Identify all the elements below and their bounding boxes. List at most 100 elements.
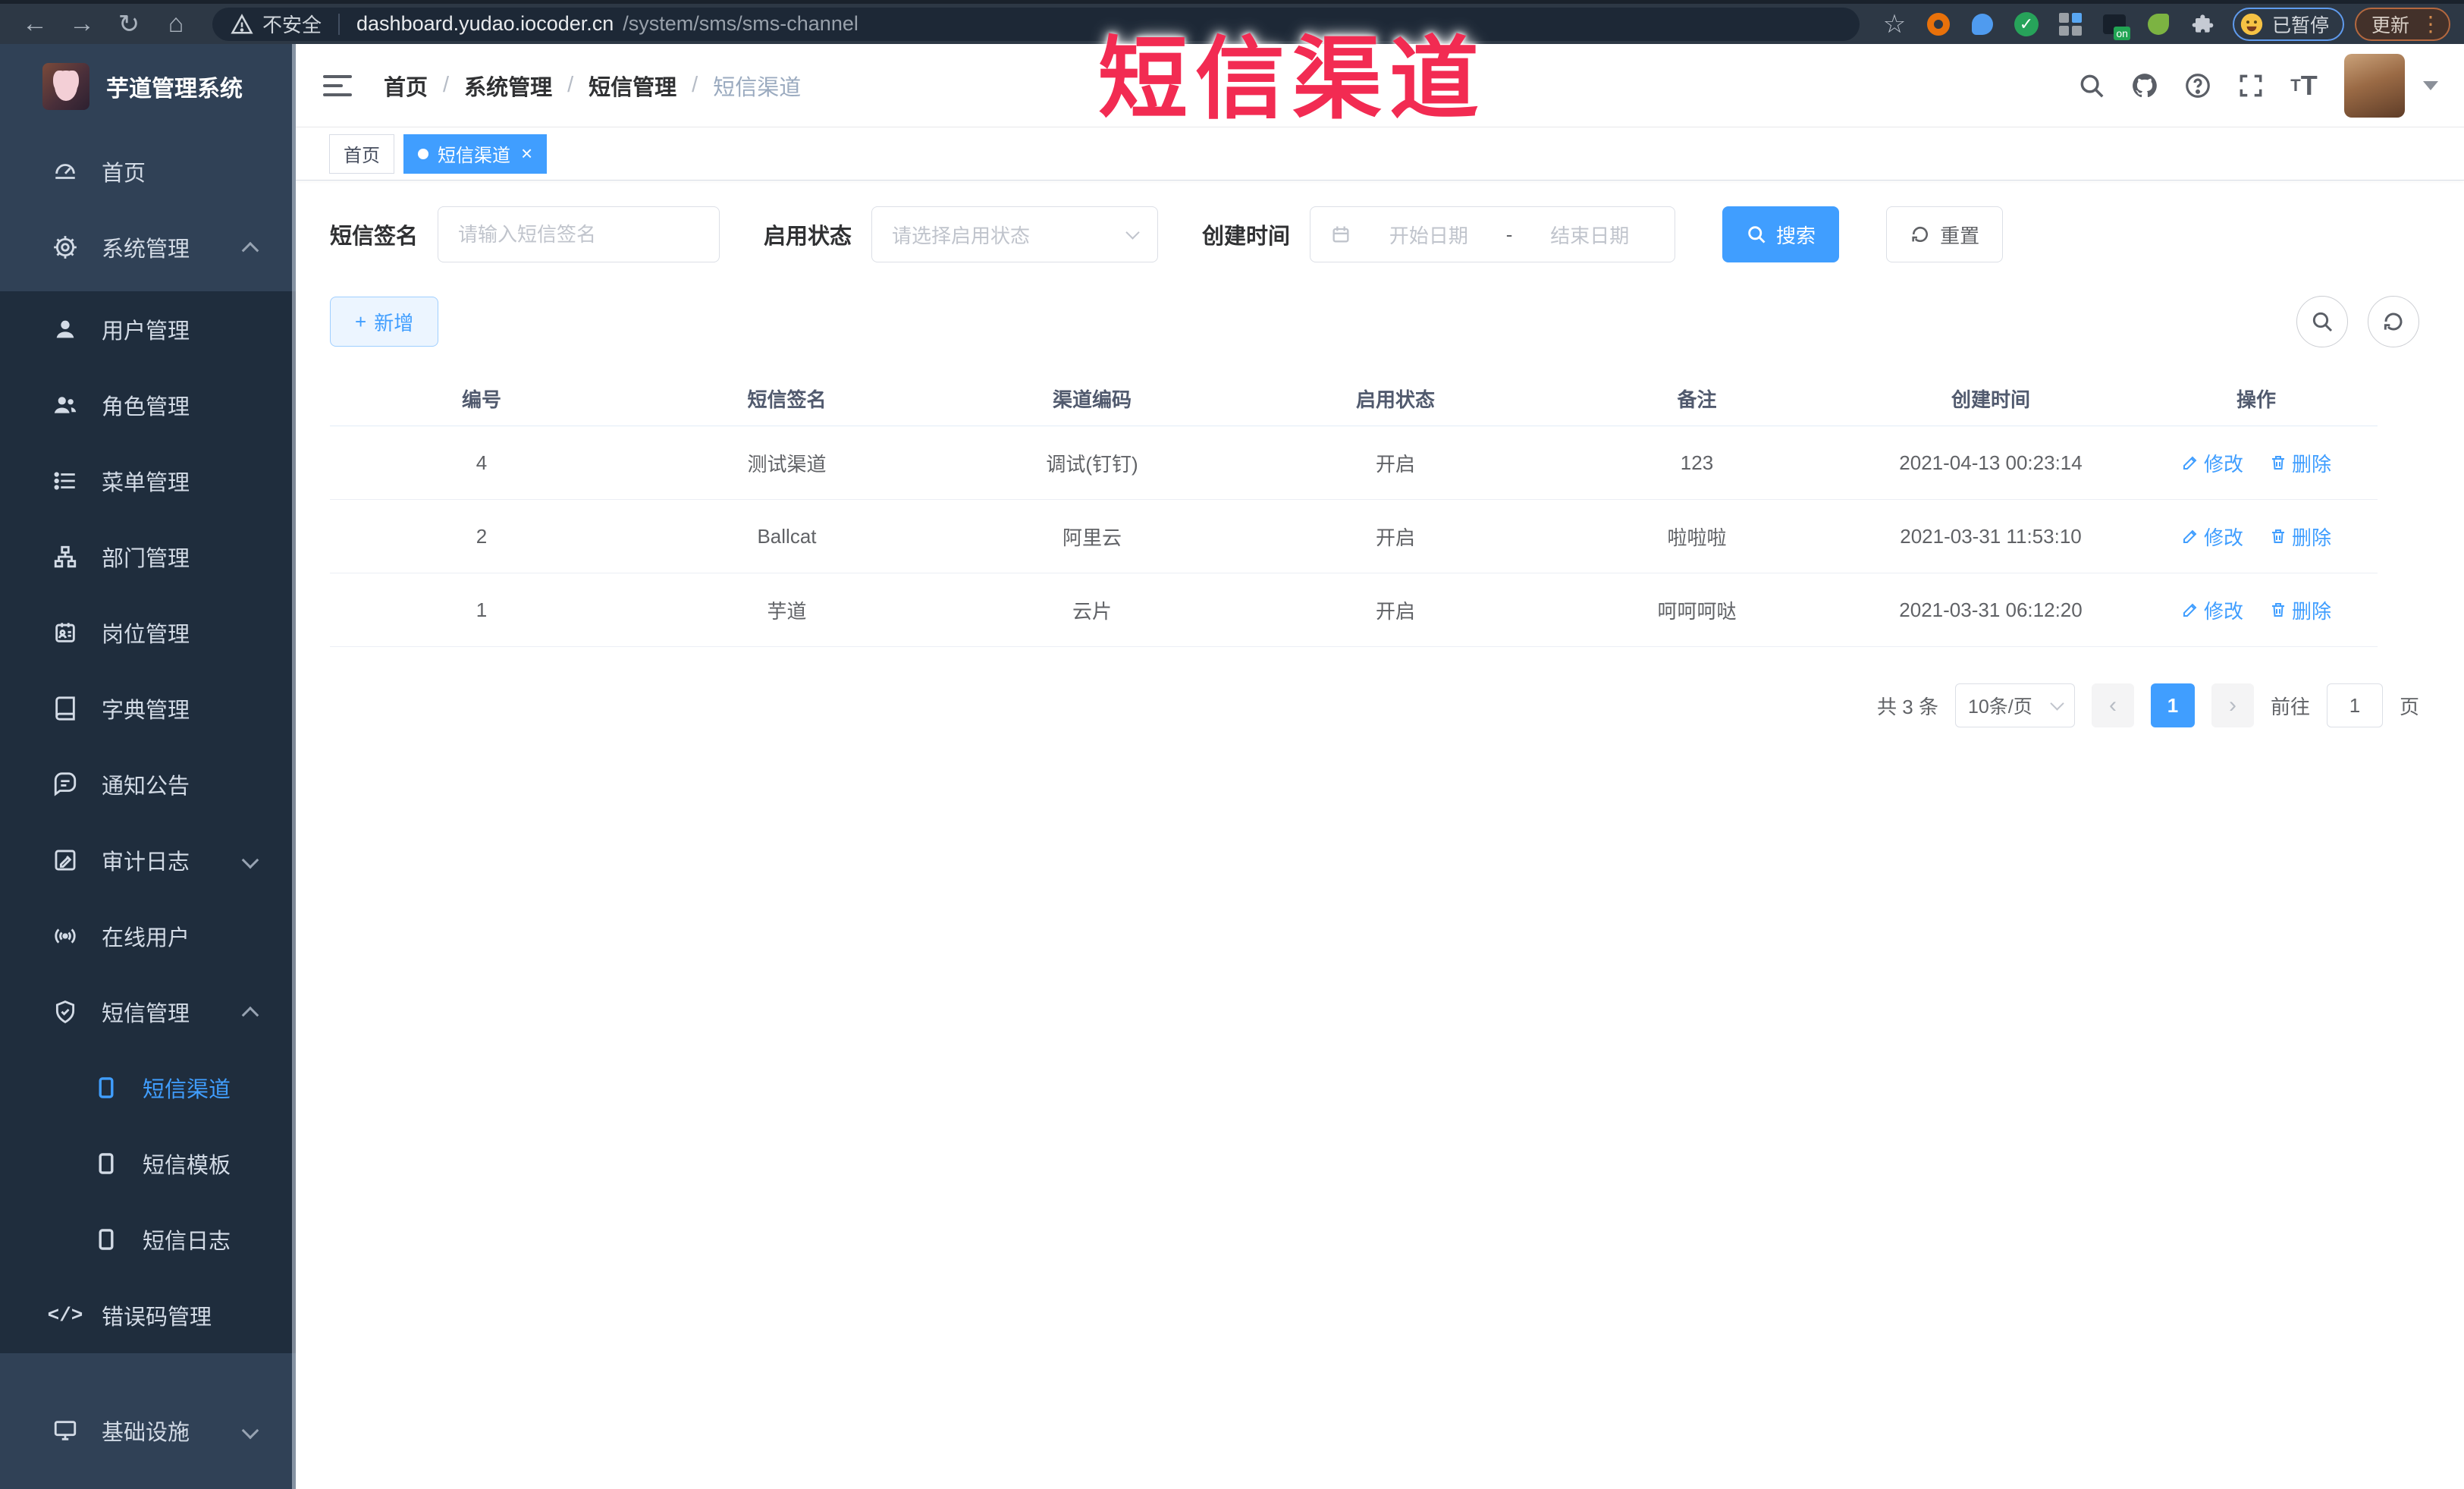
- browser-menu-kebab-icon[interactable]: ⋮: [2420, 13, 2441, 34]
- sidebar-item-users[interactable]: 用户管理: [0, 291, 296, 367]
- github-icon[interactable]: [2121, 62, 2168, 109]
- refresh-table-button[interactable]: [2368, 296, 2419, 347]
- url-path: /system/sms/sms-channel: [623, 12, 858, 35]
- sidebar-submenu-system: 用户管理 角色管理 菜单管理 部门管理 岗位管理 字典管理 通知公告 审计日志 …: [0, 291, 296, 1353]
- goto-page-input[interactable]: [2326, 683, 2383, 727]
- bookmark-star-icon[interactable]: ☆: [1875, 6, 1914, 42]
- tab-home[interactable]: 首页: [329, 134, 394, 174]
- delete-link[interactable]: 删除: [2269, 596, 2331, 624]
- sidebar-item-audit-log[interactable]: 审计日志: [0, 822, 296, 898]
- cell-sign: Ballcat: [757, 524, 817, 548]
- breadcrumb-home[interactable]: 首页: [384, 70, 428, 102]
- cell-code: 调试(钉钉): [1046, 452, 1138, 476]
- chevron-down-icon: [2050, 696, 2064, 711]
- address-bar[interactable]: 不安全 dashboard.yudao.iocoder.cn/system/sm…: [212, 7, 1860, 41]
- user-avatar[interactable]: [2344, 53, 2405, 118]
- reset-button[interactable]: 重置: [1886, 206, 2004, 262]
- browser-home-icon[interactable]: ⌂: [155, 6, 197, 42]
- table-row: 2 Ballcat 阿里云 开启 啦啦啦 2021-03-31 11:53:10…: [330, 500, 2378, 573]
- profile-paused-pill[interactable]: 已暂停: [2232, 7, 2344, 41]
- broadcast-icon: [52, 922, 79, 950]
- pagination-total: 共 3 条: [1877, 695, 1938, 718]
- extension-pin-icon[interactable]: [1963, 6, 2002, 42]
- page-size-select[interactable]: 10条/页: [1954, 683, 2075, 727]
- sidebar-item-sms-channel[interactable]: 短信渠道: [0, 1050, 296, 1126]
- paused-label: 已暂停: [2271, 14, 2329, 36]
- status-select[interactable]: 请选择启用状态: [871, 206, 1159, 262]
- avatar-caret-down-icon[interactable]: [2423, 80, 2438, 98]
- help-icon[interactable]: [2174, 62, 2221, 109]
- add-button[interactable]: + 新增: [330, 297, 439, 347]
- extension-check-icon[interactable]: ✓: [2007, 6, 2046, 42]
- gear-icon: [52, 234, 79, 261]
- edit-link[interactable]: 修改: [2181, 523, 2243, 551]
- search-icon[interactable]: [2068, 62, 2115, 109]
- not-secure-label[interactable]: 不安全: [262, 10, 322, 38]
- extensions-puzzle-icon[interactable]: [2183, 6, 2222, 42]
- font-size-icon[interactable]: TT: [2280, 62, 2327, 109]
- search-button[interactable]: 搜索: [1722, 206, 1840, 262]
- cell-remark: 呵呵呵哒: [1657, 599, 1737, 623]
- tab-sms-channel[interactable]: 短信渠道 ×: [403, 134, 548, 174]
- sidebar-item-infrastructure[interactable]: 基础设施: [0, 1393, 296, 1469]
- sidebar-toggle-hamburger-icon[interactable]: [296, 74, 364, 96]
- sign-input[interactable]: [458, 222, 700, 247]
- edit-link[interactable]: 修改: [2181, 449, 2243, 477]
- sidebar-item-online-users[interactable]: 在线用户: [0, 898, 296, 974]
- cell-remark: 123: [1680, 451, 1714, 474]
- breadcrumb-system[interactable]: 系统管理: [464, 70, 552, 102]
- url-domain: dashboard.yudao.iocoder.cn: [356, 12, 614, 35]
- sidebar-item-sms-log[interactable]: 短信日志: [0, 1202, 296, 1277]
- sidebar-item-roles[interactable]: 角色管理: [0, 367, 296, 443]
- browser-forward-icon[interactable]: →: [61, 6, 103, 42]
- sidebar-item-sms[interactable]: 短信管理: [0, 974, 296, 1050]
- sidebar-item-notices[interactable]: 通知公告: [0, 746, 296, 822]
- breadcrumb-current: 短信渠道: [713, 75, 802, 100]
- toggle-search-button[interactable]: [2296, 296, 2348, 347]
- time-label: 创建时间: [1202, 225, 1291, 249]
- sidebar-item-label: 短信渠道: [143, 1078, 231, 1102]
- delete-link[interactable]: 删除: [2269, 449, 2331, 477]
- cell-remark: 啦啦啦: [1667, 526, 1727, 549]
- pagination: 共 3 条 10条/页 ‹ 1 › 前往 页: [330, 683, 2430, 727]
- sidebar-item-home[interactable]: 首页: [0, 134, 296, 209]
- annotation-overlay-text: 短信渠道: [1098, 30, 1487, 130]
- shield-check-icon: [52, 998, 79, 1026]
- fullscreen-icon[interactable]: [2227, 62, 2274, 109]
- date-end-placeholder[interactable]: 结束日期: [1524, 221, 1655, 249]
- document-icon: [93, 1150, 120, 1177]
- edit-link[interactable]: 修改: [2181, 596, 2243, 624]
- extension-on-badge-icon[interactable]: [2095, 6, 2134, 42]
- extension-orange-icon[interactable]: [1919, 6, 1958, 42]
- browser-update-button[interactable]: 更新 ⋮: [2354, 7, 2450, 41]
- breadcrumb-sms[interactable]: 短信管理: [589, 70, 676, 102]
- sidebar-item-sms-template[interactable]: 短信模板: [0, 1126, 296, 1202]
- cell-created: 2021-04-13 00:23:14: [1899, 451, 2083, 474]
- sidebar-item-label: 部门管理: [102, 547, 190, 571]
- browser-back-icon[interactable]: ←: [14, 6, 56, 42]
- extension-leaf-icon[interactable]: [2139, 6, 2178, 42]
- next-page-button[interactable]: ›: [2211, 683, 2254, 727]
- sidebar-item-system[interactable]: 系统管理: [0, 209, 296, 285]
- plus-icon: +: [355, 309, 367, 333]
- sidebar-item-label: 首页: [102, 162, 146, 186]
- date-range-picker[interactable]: 开始日期 - 结束日期: [1310, 206, 1676, 262]
- monitor-icon: [52, 1417, 79, 1444]
- trash-icon: [2272, 603, 2284, 617]
- tab-label: 首页: [344, 146, 380, 166]
- sidebar-item-menus[interactable]: 菜单管理: [0, 443, 296, 519]
- date-start-placeholder[interactable]: 开始日期: [1364, 221, 1494, 249]
- close-icon[interactable]: ×: [521, 142, 532, 165]
- extension-grid-icon[interactable]: [2051, 6, 2090, 42]
- sidebar-item-dict[interactable]: 字典管理: [0, 671, 296, 746]
- browser-refresh-icon[interactable]: ↻: [108, 6, 150, 42]
- page-number-current[interactable]: 1: [2150, 683, 2195, 727]
- delete-link[interactable]: 删除: [2269, 523, 2331, 551]
- breadcrumb-separator: /: [567, 73, 574, 97]
- sidebar-item-departments[interactable]: 部门管理: [0, 519, 296, 595]
- app-logo-row[interactable]: 芋道管理系统: [0, 44, 296, 129]
- table-header-row: 编号 短信签名 渠道编码 启用状态 备注 创建时间 操作: [330, 372, 2378, 426]
- sidebar-item-posts[interactable]: 岗位管理: [0, 595, 296, 671]
- sidebar-item-error-codes[interactable]: </> 错误码管理: [0, 1277, 296, 1353]
- prev-page-button[interactable]: ‹: [2091, 683, 2134, 727]
